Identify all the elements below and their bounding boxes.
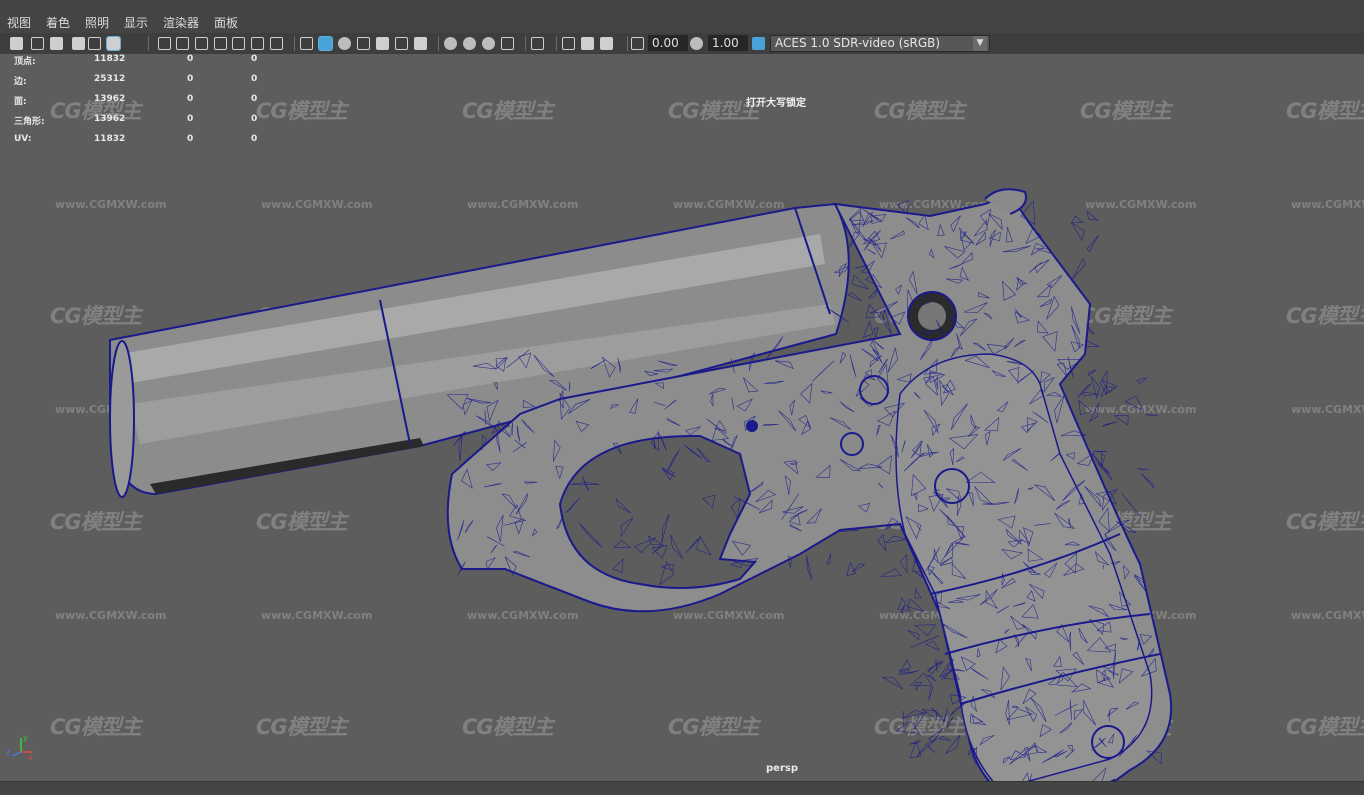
hud-label: 顶点: <box>14 57 36 67</box>
camera-select-icon[interactable] <box>10 37 23 50</box>
toolbar-separator <box>627 36 628 51</box>
axis-gizmo: y x z <box>6 733 33 762</box>
camera-name-label: persp <box>766 763 798 774</box>
depth-of-field-icon[interactable] <box>531 37 544 50</box>
image-plane-icon[interactable] <box>72 37 85 50</box>
xray-active-icon[interactable] <box>600 37 613 50</box>
menu-view[interactable]: 视图 <box>7 14 31 31</box>
smooth-shade-icon[interactable] <box>318 36 333 51</box>
viewport-canvas[interactable] <box>0 54 1364 781</box>
texture-icon[interactable] <box>395 37 408 50</box>
isolate-select-icon[interactable] <box>562 37 575 50</box>
color-space-dropdown[interactable]: ACES 1.0 SDR-video (sRGB) ▼ <box>770 35 990 52</box>
shadows-icon[interactable] <box>444 37 457 50</box>
anti-alias-icon[interactable] <box>501 37 514 50</box>
hud-value: 0 <box>251 74 258 84</box>
menu-shading[interactable]: 着色 <box>46 14 70 31</box>
hud-row: UV: 11832 0 0 <box>0 134 270 154</box>
hud-value: 0 <box>187 114 194 124</box>
menu-show[interactable]: 显示 <box>124 14 148 31</box>
caps-lock-message: 打开大写锁定 <box>746 98 806 109</box>
resolution-gate-icon[interactable] <box>195 37 208 50</box>
hud-label: UV: <box>14 134 32 144</box>
backface-icon[interactable] <box>631 37 644 50</box>
hud-value: 0 <box>187 74 194 84</box>
hud-value: 0 <box>187 134 194 144</box>
hud-value: 11832 <box>94 54 126 64</box>
axis-z-label: z <box>6 748 10 757</box>
viewport-bottom-border <box>0 781 1364 795</box>
panel-toolbar: 0.00 1.00 ACES 1.0 SDR-video (sRGB) ▼ <box>0 33 1364 54</box>
flare-pistol-model <box>109 188 1173 781</box>
2d-pan-zoom-icon[interactable] <box>106 36 121 51</box>
hud-value: 0 <box>187 94 194 104</box>
wireframe-icon[interactable] <box>300 37 313 50</box>
xray-joints-icon[interactable] <box>581 37 594 50</box>
hud-value: 13962 <box>94 94 126 104</box>
color-space-value: ACES 1.0 SDR-video (sRGB) <box>775 36 941 50</box>
toolbar-separator <box>148 36 149 51</box>
hud-value: 13962 <box>94 114 126 124</box>
exposure-field[interactable]: 0.00 <box>648 35 688 51</box>
motion-blur-icon[interactable] <box>482 37 495 50</box>
hud-row: 面: 13962 0 0 <box>0 94 270 114</box>
hud-value: 0 <box>251 114 258 124</box>
hud-row: 边: 25312 0 0 <box>0 74 270 94</box>
hud-label: 三角形: <box>14 117 45 127</box>
grid-icon[interactable] <box>158 37 171 50</box>
hud-value: 25312 <box>94 74 126 84</box>
lighting-icon[interactable] <box>414 37 427 50</box>
hud-value: 0 <box>251 94 258 104</box>
hud-row: 三角形: 13962 0 0 <box>0 114 270 134</box>
default-material-icon[interactable] <box>338 37 351 50</box>
hud-value: 0 <box>251 134 258 144</box>
toolbar-separator <box>525 36 526 51</box>
hud-label: 面: <box>14 97 27 107</box>
color-mgmt-icon[interactable] <box>752 37 765 50</box>
menu-lighting[interactable]: 照明 <box>85 14 109 31</box>
axis-y-label: y <box>23 733 28 742</box>
hud-value: 0 <box>187 54 194 64</box>
hud-value: 11832 <box>94 134 126 144</box>
menu-bar: 视图 着色 照明 显示 渲染器 面板 <box>0 0 1364 34</box>
hud-label: 边: <box>14 77 27 87</box>
bookmark-icon[interactable] <box>50 37 63 50</box>
toolbar-separator <box>438 36 439 51</box>
hud-row: 顶点: 11832 0 0 <box>0 54 270 74</box>
camera-attr-icon[interactable] <box>31 37 44 50</box>
gamma-field[interactable]: 1.00 <box>708 35 748 51</box>
hud-value: 0 <box>251 54 258 64</box>
menu-panels[interactable]: 面板 <box>214 14 238 31</box>
field-chart-icon[interactable] <box>232 37 245 50</box>
safe-action-icon[interactable] <box>251 37 264 50</box>
chevron-down-icon[interactable]: ▼ <box>973 36 987 51</box>
toolbar-separator <box>294 36 295 51</box>
wireframe-on-shaded-icon[interactable] <box>357 37 370 50</box>
menu-renderer[interactable]: 渲染器 <box>163 14 199 31</box>
screen-ao-icon[interactable] <box>463 37 476 50</box>
xray-icon[interactable] <box>376 37 389 50</box>
grease-pencil-icon[interactable] <box>88 37 101 50</box>
gate-mask-icon[interactable] <box>214 37 227 50</box>
gamma-icon[interactable] <box>690 37 703 50</box>
safe-title-icon[interactable] <box>270 37 283 50</box>
axis-x-label: x <box>28 753 33 762</box>
film-gate-icon[interactable] <box>176 37 189 50</box>
toolbar-separator <box>556 36 557 51</box>
